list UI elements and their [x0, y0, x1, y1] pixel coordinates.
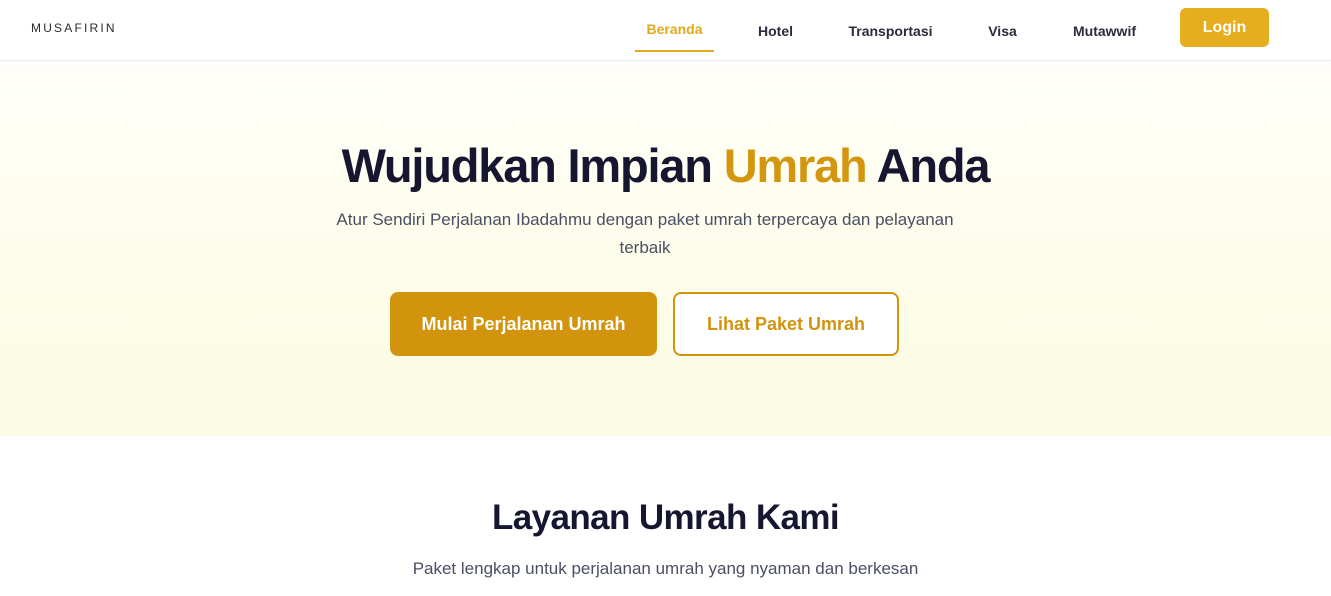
nav-link-transportasi[interactable]: Transportasi: [837, 0, 944, 61]
nav-link-beranda[interactable]: Beranda: [635, 0, 714, 61]
hero-title-part2: Anda: [866, 139, 991, 192]
services-title: Layanan Umrah Kami: [491, 498, 840, 537]
hero-title-part1: Wujudkan Impian: [341, 139, 724, 192]
hero-title: Wujudkan Impian Umrah Anda: [0, 138, 1331, 193]
view-packages-button[interactable]: Lihat Paket Umrah: [673, 292, 899, 356]
hero-section: Wujudkan Impian Umrah Anda Atur Sendiri …: [0, 62, 1331, 436]
nav-link-visa[interactable]: Visa: [944, 0, 1061, 61]
nav-link-mutawwif[interactable]: Mutawwif: [1061, 0, 1148, 61]
services-subtitle: Paket lengkap untuk perjalanan umrah yan…: [412, 559, 919, 578]
start-umrah-button[interactable]: Mulai Perjalanan Umrah: [390, 292, 657, 356]
brand-logo[interactable]: MUSAFIRIN: [31, 21, 117, 35]
hero-title-accent: Umrah: [723, 139, 868, 192]
hero-subtitle: Atur Sendiri Perjalanan Ibadahmu dengan …: [336, 210, 954, 257]
nav-link-hotel[interactable]: Hotel: [714, 0, 837, 61]
login-button[interactable]: Login: [1180, 8, 1269, 47]
top-navbar: MUSAFIRIN Beranda Hotel Transportasi Vis…: [0, 0, 1331, 61]
main-nav: Beranda Hotel Transportasi Visa Mutawwif: [635, 0, 1148, 61]
